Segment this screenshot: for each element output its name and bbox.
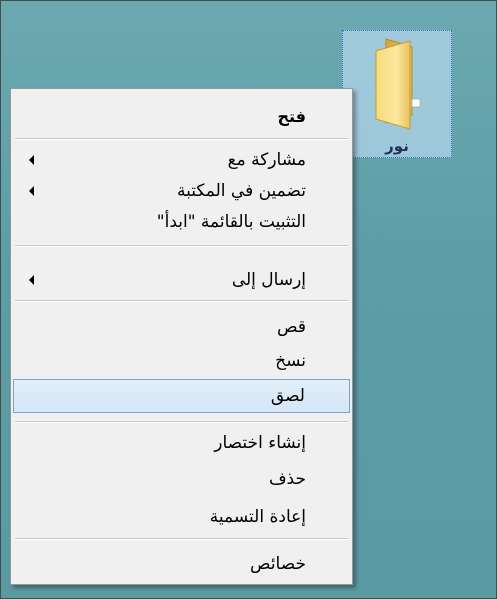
menu-item-open[interactable]: فتح bbox=[13, 102, 350, 132]
menu-separator bbox=[15, 138, 348, 140]
menu-item-label: تضمين في المكتبة bbox=[177, 181, 306, 201]
menu-item-send-to[interactable]: إرسال إلى bbox=[13, 265, 350, 295]
menu-item-label: إرسال إلى bbox=[231, 270, 306, 290]
menu-item-delete[interactable]: حذف bbox=[13, 464, 350, 494]
menu-separator bbox=[15, 300, 348, 302]
context-menu: فتح مشاركة مع تضمين في المكتبة التثبيت ب… bbox=[10, 88, 353, 585]
submenu-arrow-icon bbox=[29, 275, 34, 285]
menu-item-pin-to-start[interactable]: التثبيت بالقائمة "ابدأ" bbox=[13, 207, 350, 237]
desktop-folder-label: نور bbox=[385, 137, 409, 155]
menu-item-rename[interactable]: إعادة التسمية bbox=[13, 502, 350, 532]
desktop-background[interactable]: نور فتح مشاركة مع تضمين في المكتبة التثب… bbox=[1, 1, 496, 598]
menu-item-share-with[interactable]: مشاركة مع bbox=[13, 145, 350, 175]
menu-item-copy[interactable]: نسخ bbox=[13, 346, 350, 376]
menu-item-label: إعادة التسمية bbox=[209, 507, 306, 527]
menu-item-label: مشاركة مع bbox=[227, 150, 306, 170]
menu-item-paste[interactable]: لصق bbox=[13, 379, 350, 413]
menu-item-label: التثبيت بالقائمة "ابدأ" bbox=[156, 212, 306, 232]
desktop-folder-item[interactable]: نور bbox=[342, 30, 452, 158]
menu-item-label: لصق bbox=[270, 386, 305, 406]
menu-item-create-shortcut[interactable]: إنشاء اختصار bbox=[13, 428, 350, 458]
menu-item-include-in-library[interactable]: تضمين في المكتبة bbox=[13, 176, 350, 206]
menu-item-label: حذف bbox=[268, 469, 306, 489]
menu-separator bbox=[15, 421, 348, 423]
menu-item-properties[interactable]: خصائص bbox=[13, 549, 350, 579]
menu-item-cut[interactable]: قص bbox=[13, 312, 350, 342]
menu-item-label: خصائص bbox=[250, 554, 306, 574]
menu-item-label: قص bbox=[277, 317, 306, 337]
submenu-arrow-icon bbox=[29, 186, 34, 196]
menu-item-label: نسخ bbox=[275, 351, 306, 371]
menu-item-label: إنشاء اختصار bbox=[214, 433, 306, 453]
menu-separator bbox=[15, 245, 348, 247]
menu-separator bbox=[15, 538, 348, 540]
menu-item-label: فتح bbox=[277, 107, 306, 126]
submenu-arrow-icon bbox=[29, 155, 34, 165]
folder-icon bbox=[375, 38, 421, 130]
